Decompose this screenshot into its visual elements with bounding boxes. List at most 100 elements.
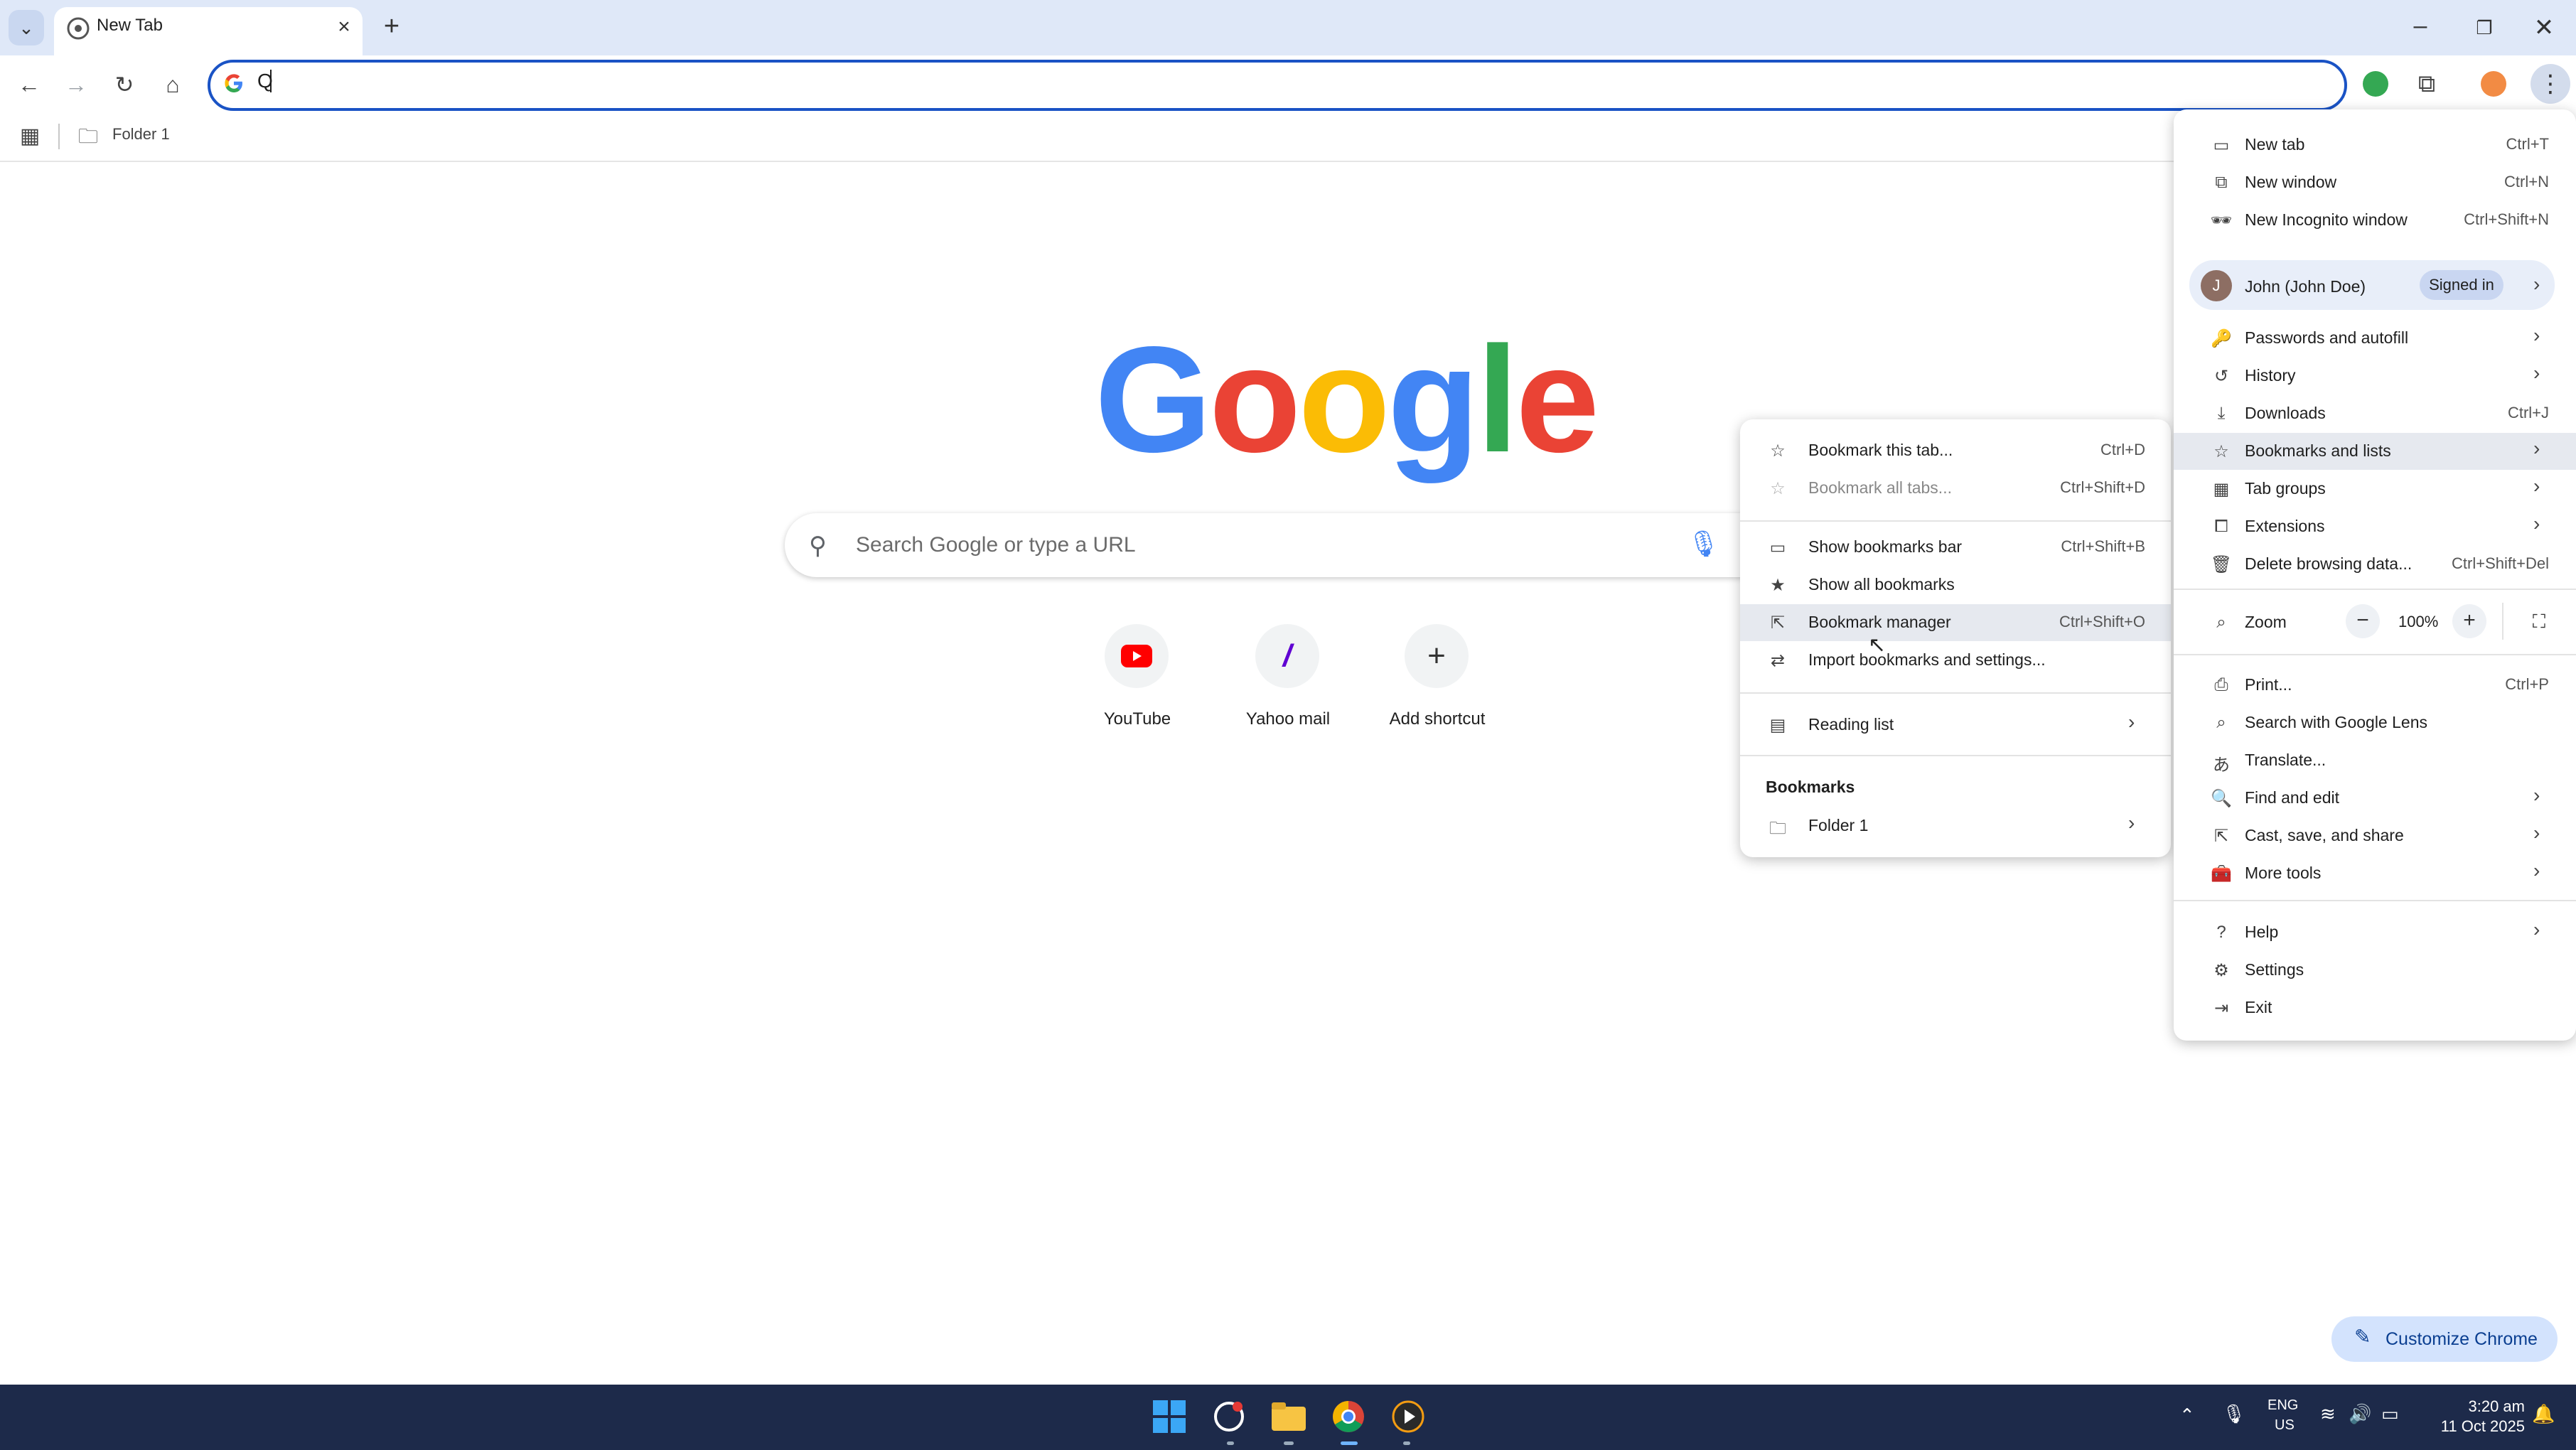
chevron-down-icon: ⌄ <box>18 16 34 38</box>
forward-button[interactable]: → <box>57 65 95 104</box>
google-logo: Google <box>1095 324 1599 475</box>
menu-item-more-tools[interactable]: More tools <box>2245 864 2321 883</box>
bookmarks-bar-icon: ▭ <box>1769 538 1786 557</box>
zoom-in-button[interactable]: + <box>2452 604 2486 638</box>
menu-item-reading-list[interactable]: Reading list <box>1808 715 1894 734</box>
menu-item-bookmark-all-tabs[interactable]: Bookmark all tabs... <box>1808 478 1952 498</box>
fullscreen-icon[interactable]: ⛶ <box>2522 604 2556 638</box>
chrome-taskbar-icon[interactable] <box>1328 1396 1369 1437</box>
menu-item-history[interactable]: History <box>2245 366 2296 385</box>
search-placeholder[interactable]: Search Google or type a URL <box>856 533 1136 557</box>
shortcut-youtube[interactable] <box>1105 624 1169 688</box>
reload-button[interactable]: ↻ <box>105 65 144 104</box>
profile-name[interactable]: John (John Doe) <box>2245 277 2366 296</box>
menu-item-new-tab[interactable]: New tab <box>2245 135 2304 154</box>
extension-orange-icon[interactable] <box>2481 71 2506 97</box>
new-tab-button[interactable]: + <box>377 11 407 41</box>
home-button[interactable]: ⌂ <box>154 65 192 104</box>
menu-shortcut: Ctrl+D <box>2100 441 2145 458</box>
new-window-icon: ⧉ <box>2215 173 2228 192</box>
bookmark-folder-1[interactable]: Folder 1 <box>112 125 170 144</box>
chrome-menu-button[interactable]: ⋮ <box>2531 64 2570 104</box>
menu-item-zoom: Zoom <box>2245 613 2287 631</box>
menu-item-passwords-and-autofill[interactable]: Passwords and autofill <box>2245 328 2408 348</box>
text-caret <box>270 70 272 92</box>
menu-shortcut: Ctrl+Shift+N <box>2464 210 2549 228</box>
menu-item-cast-save-and-share[interactable]: Cast, save, and share <box>2245 826 2404 845</box>
menu-item-new-window[interactable]: New window <box>2245 173 2336 192</box>
taskbar-app-icon[interactable] <box>1208 1396 1250 1437</box>
exit-icon: ⇥ <box>2213 999 2229 1018</box>
chevron-right-icon: › <box>2533 859 2540 881</box>
google-logo-letter: o <box>1208 315 1301 483</box>
windows-start-icon[interactable] <box>1149 1396 1190 1437</box>
menu-item-settings[interactable]: Settings <box>2245 960 2304 979</box>
clock-time[interactable]: 3:20 am <box>2457 1397 2526 1416</box>
notification-bell-icon[interactable]: 🔔 <box>2532 1403 2555 1425</box>
menu-item-import-bookmarks-and-settings[interactable]: Import bookmarks and settings... <box>1808 650 2046 670</box>
customize-chrome-label[interactable]: Customize Chrome <box>2386 1329 2538 1350</box>
chevron-right-icon: › <box>2128 812 2135 834</box>
chevron-right-icon: › <box>2533 512 2540 535</box>
apps-grid-icon[interactable]: ▦ <box>16 122 44 151</box>
trash-icon: 🗑 <box>2210 555 2233 574</box>
volume-icon[interactable]: 🔊 <box>2349 1403 2371 1425</box>
menu-item-downloads[interactable]: Downloads <box>2245 404 2326 423</box>
tab-search-button[interactable]: ⌄ <box>9 10 44 45</box>
tray-language[interactable]: ENG <box>2268 1397 2298 1414</box>
battery-icon[interactable]: ▭ <box>2381 1403 2399 1425</box>
menu-item-show-all-bookmarks[interactable]: Show all bookmarks <box>1808 575 1955 594</box>
menu-item-help[interactable]: Help <box>2245 923 2278 942</box>
menu-item-print[interactable]: Print... <box>2245 675 2292 694</box>
wifi-icon[interactable]: ≋ <box>2320 1403 2336 1425</box>
lens-icon: ⌕ <box>2216 713 2226 732</box>
menu-item-bookmarks-and-lists[interactable]: Bookmarks and lists <box>2245 441 2391 461</box>
tray-microphone-icon[interactable]: 🎙 <box>2222 1403 2245 1425</box>
zoom-out-button[interactable]: − <box>2346 604 2380 638</box>
shortcut-yahoo-mail[interactable]: / <box>1255 624 1319 688</box>
taskbar-indicator <box>1284 1441 1294 1445</box>
clock-date[interactable]: 11 Oct 2025 <box>2425 1417 2525 1436</box>
folder-icon[interactable]: 🗀 <box>78 122 104 151</box>
star-icon: ☆ <box>2213 442 2229 461</box>
menu-item-folder-1[interactable]: Folder 1 <box>1808 816 1868 835</box>
chevron-right-icon: › <box>2533 475 2540 497</box>
file-explorer-icon[interactable] <box>1268 1396 1309 1437</box>
back-button[interactable]: ← <box>10 65 48 104</box>
menu-item-exit[interactable]: Exit <box>2245 998 2272 1017</box>
menu-item-tab-groups[interactable]: Tab groups <box>2245 479 2326 498</box>
tray-chevron-up-icon[interactable]: ⌃ <box>2179 1405 2195 1427</box>
add-shortcut-label[interactable]: Add shortcut <box>1359 709 1515 729</box>
cast-icon: ⇱ <box>2213 827 2229 846</box>
menu-item-translate[interactable]: Translate... <box>2245 751 2326 770</box>
menu-shortcut: Ctrl+T <box>2506 135 2550 153</box>
media-player-icon[interactable] <box>1388 1396 1429 1437</box>
tab-close-icon[interactable]: × <box>331 14 357 40</box>
menu-item-find-and-edit[interactable]: Find and edit <box>2245 788 2339 807</box>
minimize-button[interactable]: – <box>2403 10 2438 45</box>
pencil-icon: ✎ <box>2354 1326 2371 1348</box>
menu-item-extensions[interactable]: Extensions <box>2245 517 2325 536</box>
find-icon: 🔍 <box>2211 789 2232 808</box>
menu-item-search-with-google-lens[interactable]: Search with Google Lens <box>2245 713 2427 732</box>
menu-item-bookmark-manager[interactable]: Bookmark manager <box>1808 613 1951 632</box>
signed-in-badge: Signed in <box>2420 270 2503 300</box>
close-window-button[interactable]: ✕ <box>2526 10 2562 45</box>
shortcut-yahoo-label[interactable]: Yahoo mail <box>1210 709 1366 729</box>
address-bar[interactable] <box>208 60 2347 111</box>
zoom-level: 100% <box>2398 613 2439 630</box>
menu-shortcut: Ctrl+Shift+B <box>2061 537 2145 555</box>
restore-button[interactable]: ❐ <box>2467 10 2502 45</box>
extensions-puzzle-icon[interactable]: ⧉ <box>2411 68 2442 100</box>
print-icon: ⎙ <box>2214 675 2228 694</box>
google-logo-letter: e <box>1515 315 1599 483</box>
menu-item-bookmark-this-tab[interactable]: Bookmark this tab... <box>1808 441 1953 460</box>
zoom-icon: ⌕ <box>2216 613 2226 632</box>
youtube-icon <box>1121 645 1152 667</box>
tray-region[interactable]: US <box>2275 1417 2295 1434</box>
shortcut-youtube-label[interactable]: YouTube <box>1059 709 1215 729</box>
add-shortcut-button[interactable]: + <box>1405 624 1469 688</box>
taskbar-indicator-active <box>1341 1441 1358 1445</box>
microphone-icon[interactable]: 🎙 <box>1687 529 1720 559</box>
extension-green-icon[interactable] <box>2363 71 2388 97</box>
